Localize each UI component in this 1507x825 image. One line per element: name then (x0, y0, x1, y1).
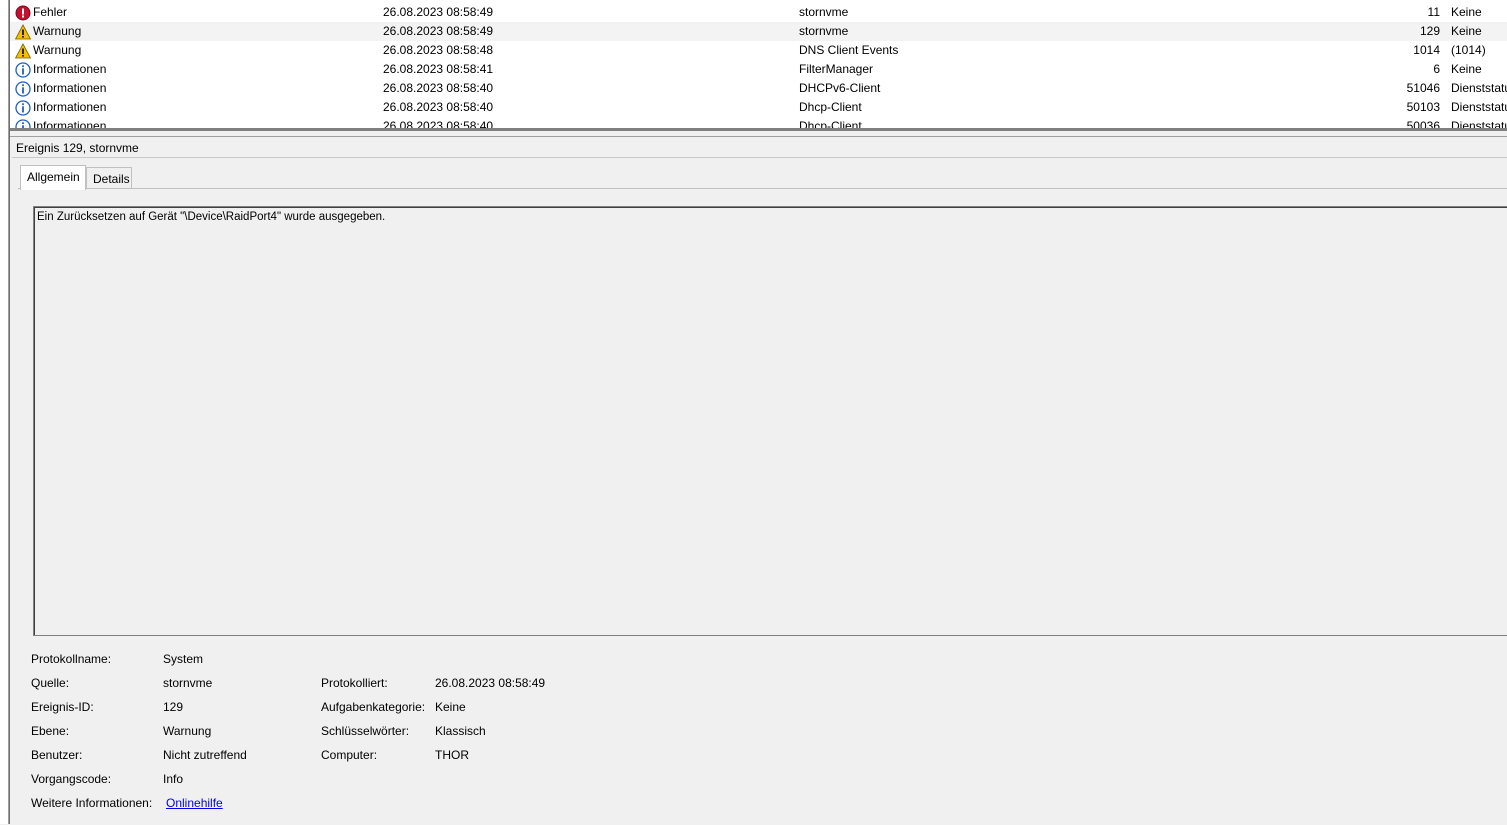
tab-allgemein[interactable]: Allgemein (20, 165, 86, 190)
label-weitere-informationen: Weitere Informationen: (31, 796, 153, 810)
onlinehilfe-link[interactable]: Onlinehilfe (166, 796, 223, 810)
table-row[interactable]: Warnung 26.08.2023 08:58:48 DNS Client E… (10, 41, 1507, 60)
date-cell: 26.08.2023 08:58:40 (383, 81, 494, 95)
event-list[interactable]: Fehler 26.08.2023 08:58:49 stornvme 11 K… (10, 0, 1507, 130)
label-computer: Computer: (321, 748, 378, 762)
event-message: Ein Zurücksetzen auf Gerät "\Device\Raid… (37, 211, 386, 223)
value-ereignis-id: 129 (163, 700, 184, 714)
source-cell: DNS Client Events (799, 43, 899, 57)
info-icon (15, 81, 31, 97)
level-cell: Warnung (33, 43, 82, 57)
label-quelle: Quelle: (31, 676, 70, 690)
task-category-cell: Keine (1451, 5, 1482, 19)
warning-icon (15, 43, 31, 59)
task-category-cell: Dienststatu (1451, 81, 1507, 95)
table-row[interactable]: Fehler 26.08.2023 08:58:49 stornvme 11 K… (10, 3, 1507, 22)
date-cell: 26.08.2023 08:58:49 (383, 24, 494, 38)
detail-title: Ereignis 129, stornvme (16, 141, 139, 155)
source-cell: stornvme (799, 24, 849, 38)
value-aufgabenkategorie: Keine (435, 700, 466, 714)
info-icon (15, 62, 31, 78)
info-icon (15, 100, 31, 116)
label-aufgabenkategorie: Aufgabenkategorie: (321, 700, 426, 714)
event-id-cell: 11 (1427, 5, 1440, 19)
value-benutzer: Nicht zutreffend (163, 748, 247, 762)
date-cell: 26.08.2023 08:58:49 (383, 5, 494, 19)
label-benutzer: Benutzer: (31, 748, 83, 762)
value-schluesselwoerter: Klassisch (435, 724, 486, 738)
value-quelle: stornvme (163, 676, 213, 690)
label-ereignis-id: Ereignis-ID: (31, 700, 94, 714)
task-category-cell: Keine (1451, 24, 1482, 38)
event-id-cell: 50103 (1406, 100, 1440, 114)
event-id-cell: 51046 (1406, 81, 1440, 95)
table-row[interactable]: Warnung 26.08.2023 08:58:49 stornvme 129… (10, 22, 1507, 41)
table-row[interactable]: Informationen 26.08.2023 08:58:41 Filter… (10, 60, 1507, 79)
table-row[interactable]: Informationen 26.08.2023 08:58:40 Dhcp-C… (10, 98, 1507, 117)
error-icon (15, 5, 31, 21)
detail-pane-header: Ereignis 129, stornvme (12, 137, 1507, 157)
level-cell: Fehler (33, 5, 68, 19)
value-protokollname: System (163, 652, 204, 666)
divider (12, 157, 1507, 158)
date-cell: 26.08.2023 08:58:41 (383, 62, 494, 76)
value-vorgangscode: Info (163, 772, 184, 786)
value-ebene: Warnung (163, 724, 212, 738)
value-computer: THOR (435, 748, 469, 762)
task-category-cell: Dienststatu (1451, 100, 1507, 114)
event-message-box[interactable]: Ein Zurücksetzen auf Gerät "\Device\Raid… (33, 206, 1507, 636)
label-protokollname: Protokollname: (31, 652, 112, 666)
event-id-cell: 1014 (1413, 43, 1440, 57)
table-row[interactable]: Informationen 26.08.2023 08:58:40 DHCPv6… (10, 79, 1507, 98)
source-cell: stornvme (799, 5, 849, 19)
tab-details[interactable]: Details (86, 167, 132, 189)
source-cell: Dhcp-Client (799, 100, 862, 114)
tab-label: Allgemein (27, 170, 80, 184)
label-ebene: Ebene: (31, 724, 70, 738)
level-cell: Informationen (33, 100, 107, 114)
level-cell: Informationen (33, 81, 107, 95)
tab-label: Details (93, 172, 130, 186)
event-id-cell: 6 (1433, 62, 1440, 76)
task-category-cell: (1014) (1451, 43, 1486, 57)
source-cell: DHCPv6-Client (799, 81, 881, 95)
value-protokolliert: 26.08.2023 08:58:49 (435, 676, 546, 690)
task-category-cell: Keine (1451, 62, 1482, 76)
warning-icon (15, 24, 31, 40)
event-id-cell: 129 (1419, 24, 1440, 38)
date-cell: 26.08.2023 08:58:40 (383, 100, 494, 114)
left-pane-edge (0, 0, 9, 824)
date-cell: 26.08.2023 08:58:48 (383, 43, 494, 57)
source-cell: FilterManager (799, 62, 874, 76)
label-vorgangscode: Vorgangscode: (31, 772, 112, 786)
level-cell: Warnung (33, 24, 82, 38)
label-schluesselwoerter: Schlüsselwörter: (321, 724, 410, 738)
level-cell: Informationen (33, 62, 107, 76)
label-protokolliert: Protokolliert: (321, 676, 388, 690)
